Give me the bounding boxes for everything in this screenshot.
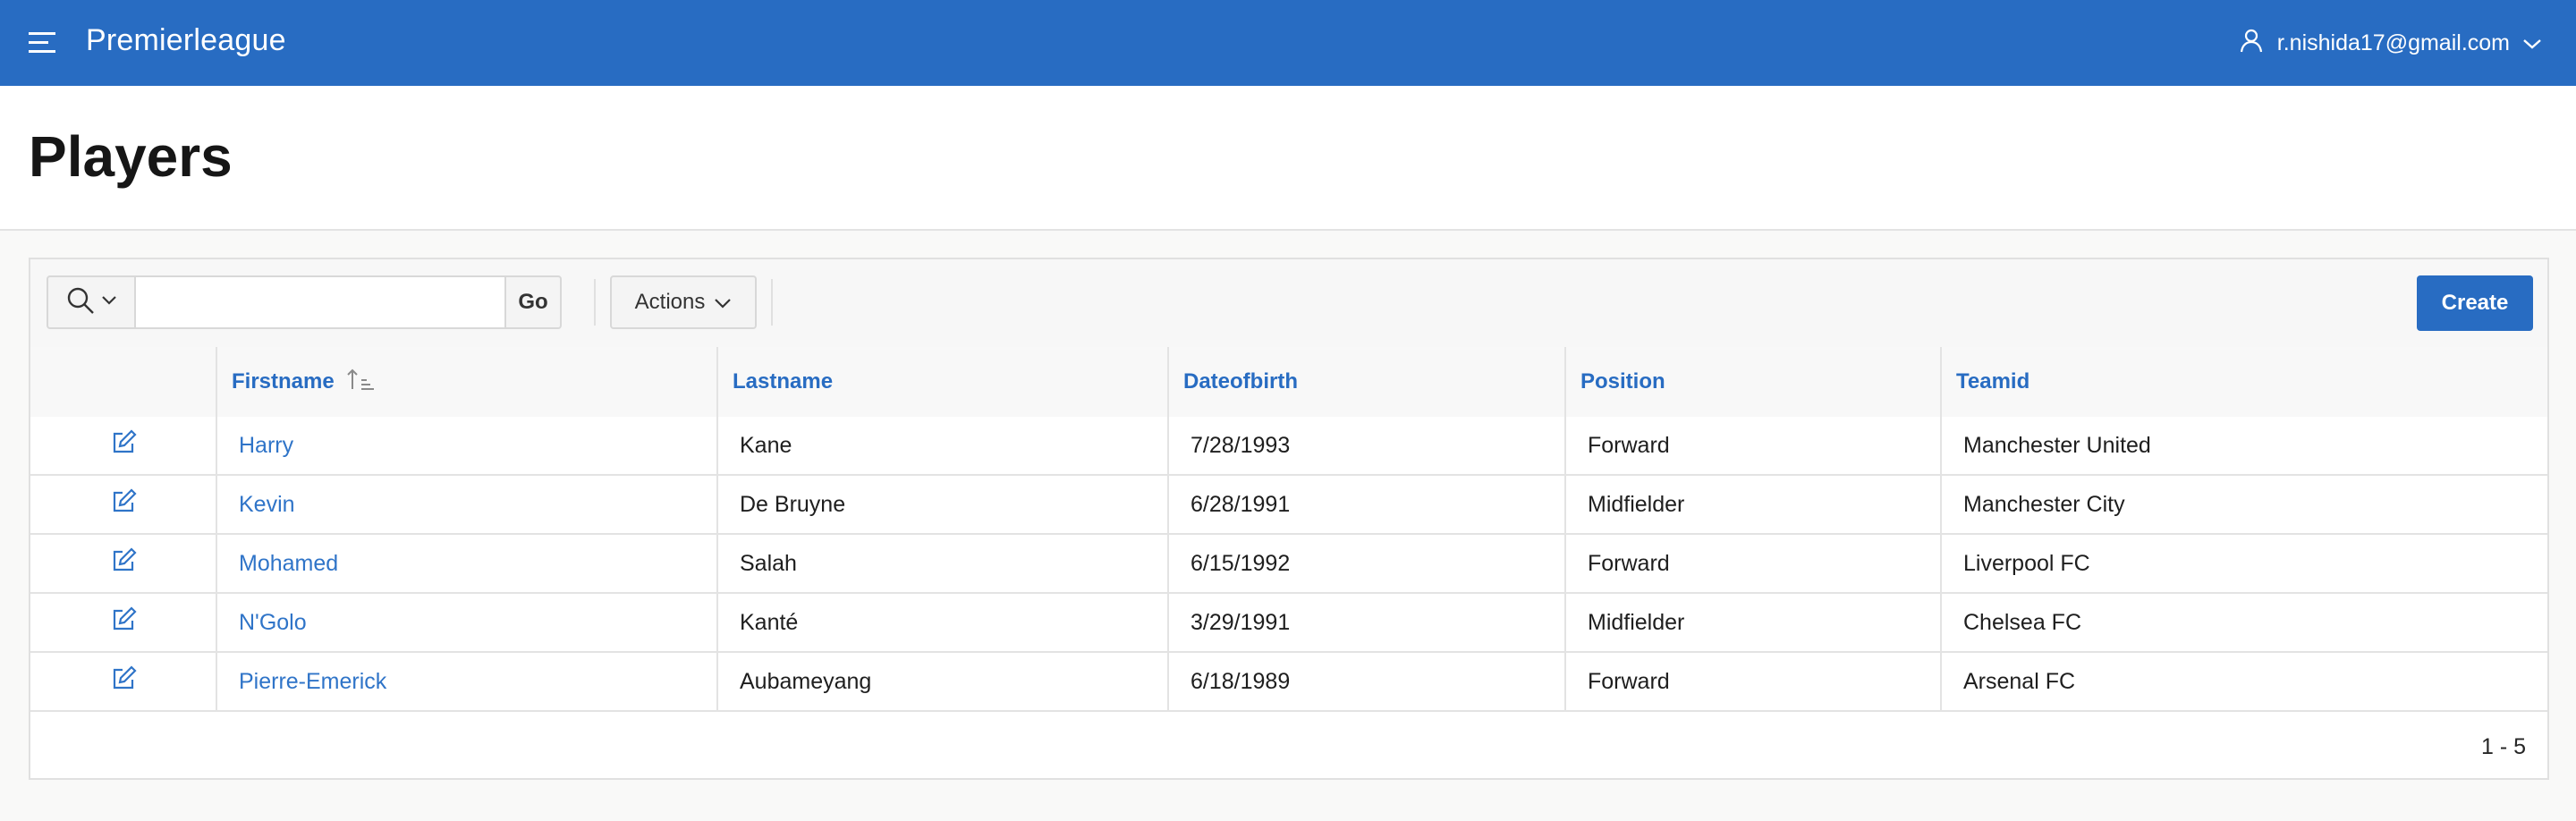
table-row: Pierre-Emerick Aubameyang 6/18/1989 Forw… [30,652,2547,712]
user-icon [2238,27,2265,60]
column-header-lastname[interactable]: Lastname [717,347,1169,417]
dateofbirth-cell: 7/28/1993 [1168,417,1566,476]
edit-cell[interactable] [30,417,217,476]
hamburger-menu-icon[interactable] [27,29,59,57]
toolbar-divider [594,279,596,326]
app-title[interactable]: Premierleague [86,23,286,58]
dateofbirth-cell: 6/18/1989 [1168,652,1566,712]
page-header: Players [0,86,2576,231]
lastname-cell: Kane [717,417,1169,476]
column-header-teamid[interactable]: Teamid [1941,347,2547,417]
teamid-cell: Liverpool FC [1941,534,2547,594]
table-row: Harry Kane 7/28/1993 Forward Manchester … [30,417,2547,476]
edit-column-header [30,347,217,417]
pagination-range: 1 - 5 [2480,734,2526,759]
players-table: Firstname Lastname Dateofbirth Position … [30,347,2547,712]
toolbar-divider [771,279,773,326]
search-bar: Go [47,275,562,329]
edit-cell[interactable] [30,475,217,535]
top-navigation-bar: Premierleague r.nishida17@gmail.com [0,0,2576,86]
lastname-cell: Salah [717,534,1169,594]
firstname-link[interactable]: N'Golo [239,610,307,635]
edit-icon[interactable] [110,605,137,639]
firstname-link[interactable]: Kevin [239,492,295,517]
search-icon [65,285,96,320]
user-email: r.nishida17@gmail.com [2276,30,2510,55]
table-row: Kevin De Bruyne 6/28/1991 Midfielder Man… [30,475,2547,535]
lastname-cell: De Bruyne [717,475,1169,535]
teamid-cell: Chelsea FC [1941,593,2547,653]
teamid-cell: Arsenal FC [1941,652,2547,712]
column-header-position[interactable]: Position [1565,347,1942,417]
dateofbirth-cell: 6/15/1992 [1168,534,1566,594]
column-header-dateofbirth[interactable]: Dateofbirth [1168,347,1566,417]
edit-cell[interactable] [30,534,217,594]
page-title: Players [29,124,233,189]
table-row: N'Golo Kanté 3/29/1991 Midfielder Chelse… [30,593,2547,653]
firstname-link[interactable]: Mohamed [239,551,338,576]
actions-label: Actions [634,290,706,314]
chevron-down-icon [2522,30,2542,56]
interactive-report: Go Actions Create Firstname Lastname Dat… [29,258,2549,780]
sort-ascending-icon [345,368,377,397]
position-cell: Forward [1565,652,1942,712]
teamid-cell: Manchester City [1941,475,2547,535]
edit-cell[interactable] [30,593,217,653]
table-header-row: Firstname Lastname Dateofbirth Position … [30,347,2547,417]
lastname-cell: Kanté [717,593,1169,653]
edit-cell[interactable] [30,652,217,712]
actions-menu-button[interactable]: Actions [610,275,757,329]
dateofbirth-cell: 6/28/1991 [1168,475,1566,535]
edit-icon[interactable] [110,428,137,461]
position-cell: Forward [1565,417,1942,476]
report-toolbar: Go Actions Create [30,259,2547,349]
column-header-firstname[interactable]: Firstname [216,347,718,417]
position-cell: Midfielder [1565,475,1942,535]
firstname-link[interactable]: Harry [239,433,293,458]
chevron-down-icon [101,294,117,310]
search-input[interactable] [136,277,506,327]
user-menu[interactable]: r.nishida17@gmail.com [2238,25,2542,61]
position-cell: Forward [1565,534,1942,594]
edit-icon[interactable] [110,546,137,580]
lastname-cell: Aubameyang [717,652,1169,712]
teamid-cell: Manchester United [1941,417,2547,476]
table-row: Mohamed Salah 6/15/1992 Forward Liverpoo… [30,534,2547,594]
position-cell: Midfielder [1565,593,1942,653]
firstname-link[interactable]: Pierre-Emerick [239,669,386,694]
go-button[interactable]: Go [506,277,560,327]
chevron-down-icon [714,290,732,315]
edit-icon[interactable] [110,664,137,698]
search-column-selector[interactable] [48,277,136,327]
create-button[interactable]: Create [2417,275,2533,331]
edit-icon[interactable] [110,487,137,521]
dateofbirth-cell: 3/29/1991 [1168,593,1566,653]
